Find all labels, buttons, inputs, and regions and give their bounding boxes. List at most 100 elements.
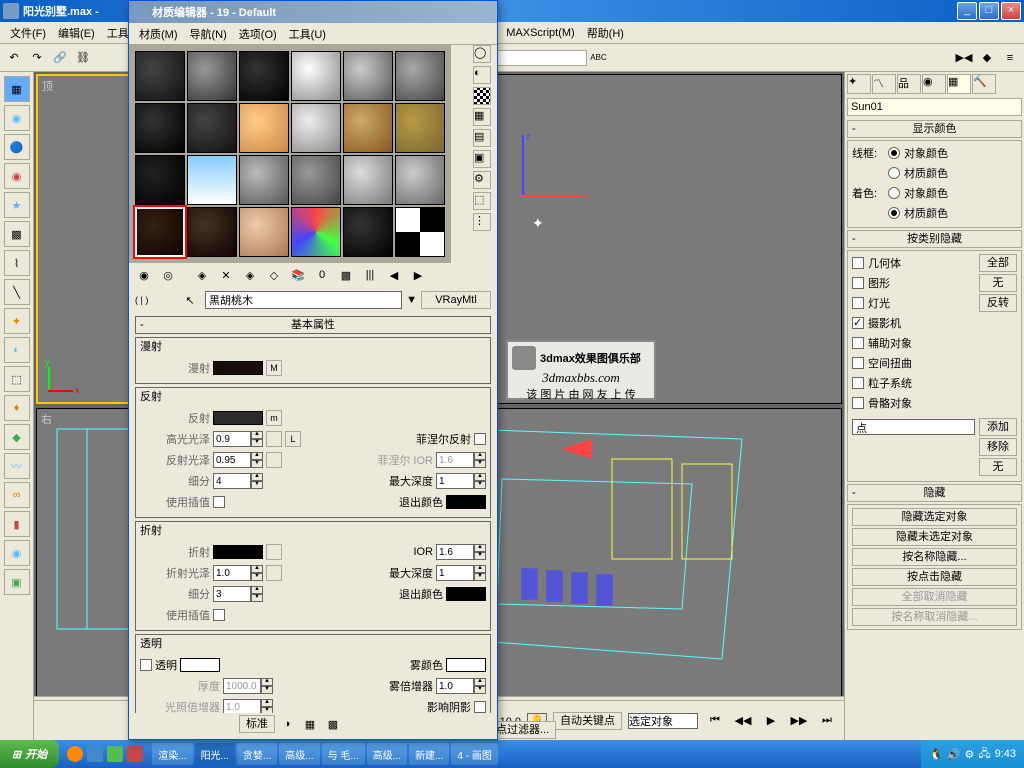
lights-checkbox[interactable] [852,297,864,309]
material-slot[interactable] [343,103,393,153]
object-name-input[interactable] [847,98,1022,116]
unhide-all-button[interactable]: 全部取消隐藏 [852,588,1017,606]
material-slot[interactable] [343,155,393,205]
material-slot[interactable] [291,155,341,205]
material-slot[interactable] [395,51,445,101]
task-item[interactable]: 高级... [367,743,407,765]
menu-edit[interactable]: 编辑(E) [52,23,101,43]
task-item[interactable]: 渲染... [152,743,192,765]
map-button[interactable] [266,544,282,560]
tool-icon[interactable]: ◉ [4,540,30,566]
refract-interp-checkbox[interactable] [213,609,225,621]
remove-button[interactable]: 移除 [979,438,1017,456]
align-icon[interactable]: ◆ [976,47,998,69]
helpers-checkbox[interactable] [852,337,864,349]
abc-icon[interactable]: ABC [588,47,610,69]
auto-key-button[interactable]: 自动关键点 [553,712,622,730]
show-map-icon[interactable]: ▩ [335,264,357,286]
hide-unselected-button[interactable]: 隐藏未选定对象 [852,528,1017,546]
play-icon[interactable]: ▶ [760,710,782,732]
cameras-checkbox[interactable] [852,317,864,329]
none-button[interactable]: 无 [979,274,1017,292]
reflect-interp-checkbox[interactable] [213,496,225,508]
put-to-scene-icon[interactable]: ◎ [157,264,179,286]
tool-icon[interactable]: ▮ [4,511,30,537]
particles-checkbox[interactable] [852,377,864,389]
mat-id-icon[interactable]: 0 [311,264,333,286]
basic-params-header[interactable]: 基本属性 [135,316,491,334]
tool-icon[interactable]: ◐ [4,337,30,363]
tool-icon[interactable]: ◉ [4,105,30,131]
standard-button[interactable]: 标准 [239,715,275,733]
task-item[interactable]: 新建... [409,743,449,765]
dropdown-icon[interactable]: ▼ [406,294,417,306]
material-slot-selected[interactable] [135,207,185,257]
reflect-depth-spinner[interactable]: ▲▼ [436,473,486,489]
utilities-tab-icon[interactable]: 🔨 [972,74,996,94]
tray-icon[interactable]: 🖧 [978,745,990,764]
task-item[interactable]: 与 毛... [322,743,365,765]
tool-icon[interactable]: ✦ [4,308,30,334]
material-slot[interactable] [395,207,445,257]
goto-start-icon[interactable]: ⏮ [704,710,726,732]
material-slot[interactable] [343,207,393,257]
reflect-exit-color-swatch[interactable] [446,495,486,509]
mat-menu-nav[interactable]: 导航(N) [184,24,233,44]
mat-menu-tools[interactable]: 工具(U) [283,24,332,44]
material-type-button[interactable]: VRayMtl [421,291,491,309]
tool-icon[interactable]: ╲ [4,279,30,305]
go-forward-icon[interactable]: ▶ [407,264,429,286]
backlight-icon[interactable]: ◐ [473,66,491,84]
reflect-subdivs-spinner[interactable]: ▲▼ [213,473,263,489]
material-slot[interactable] [291,207,341,257]
diffuse-map-button[interactable]: M [266,360,282,376]
task-item[interactable]: 4 - 画图 [451,743,497,765]
category-list[interactable]: 点 [852,419,975,435]
hide-by-name-button[interactable]: 按名称隐藏... [852,548,1017,566]
wireframe-matcolor-radio[interactable] [888,167,900,179]
material-slot[interactable] [135,51,185,101]
material-slot[interactable] [135,155,185,205]
slot-count-icon[interactable]: ⋮ [473,213,491,231]
material-slot[interactable] [291,103,341,153]
grid2-icon[interactable]: ▩ [322,713,344,735]
add-button[interactable]: 添加 [979,418,1017,436]
material-slot[interactable] [187,155,237,205]
translucent-checkbox[interactable] [140,659,152,671]
redo-button[interactable]: ↷ [26,47,48,69]
refract-depth-spinner[interactable]: ▲▼ [436,565,486,581]
hide-header[interactable]: 隐藏 [847,484,1022,502]
tray-icon[interactable]: 🔊 [947,748,961,761]
pick-material-icon[interactable]: ↖ [179,289,201,311]
moon-icon[interactable]: ◑ [276,713,298,735]
mat-menu-options[interactable]: 选项(O) [233,24,283,44]
undo-button[interactable]: ↶ [3,47,25,69]
key-mode-dropdown[interactable] [628,713,698,729]
show-end-result-icon[interactable]: ||| [359,264,381,286]
options-icon[interactable]: ⚙ [473,171,491,189]
none-button[interactable]: 无 [979,458,1017,476]
select-by-mat-icon[interactable]: ⬚ [473,192,491,210]
quick-launch-icon[interactable] [87,746,103,762]
go-parent-icon[interactable]: ◀ [383,264,405,286]
close-button[interactable]: × [1001,2,1021,20]
hilight-gloss-spinner[interactable]: ▲▼ [213,431,263,447]
reflect-color-swatch[interactable] [213,411,263,425]
make-unique-icon[interactable]: ◇ [263,264,285,286]
material-slot[interactable] [395,103,445,153]
translucent-color-swatch[interactable] [180,658,220,672]
video-check-icon[interactable]: ▤ [473,129,491,147]
ior-spinner[interactable]: ▲▼ [436,544,486,560]
refract-exit-color-swatch[interactable] [446,587,486,601]
unhide-by-name-button[interactable]: 按名称取消隐藏... [852,608,1017,626]
material-slot[interactable] [239,51,289,101]
minimize-button[interactable]: _ [957,2,977,20]
spacewarps-checkbox[interactable] [852,357,864,369]
refract-subdivs-spinner[interactable]: ▲▼ [213,586,263,602]
mirror-icon[interactable]: ▶◀ [953,47,975,69]
hierarchy-tab-icon[interactable]: 品 [897,74,921,94]
prev-frame-icon[interactable]: ◀◀ [732,710,754,732]
fog-mult-spinner[interactable]: ▲▼ [436,678,486,694]
unlink-button[interactable]: ⛓ [72,47,94,69]
refl-gloss-spinner[interactable]: ▲▼ [213,452,263,468]
